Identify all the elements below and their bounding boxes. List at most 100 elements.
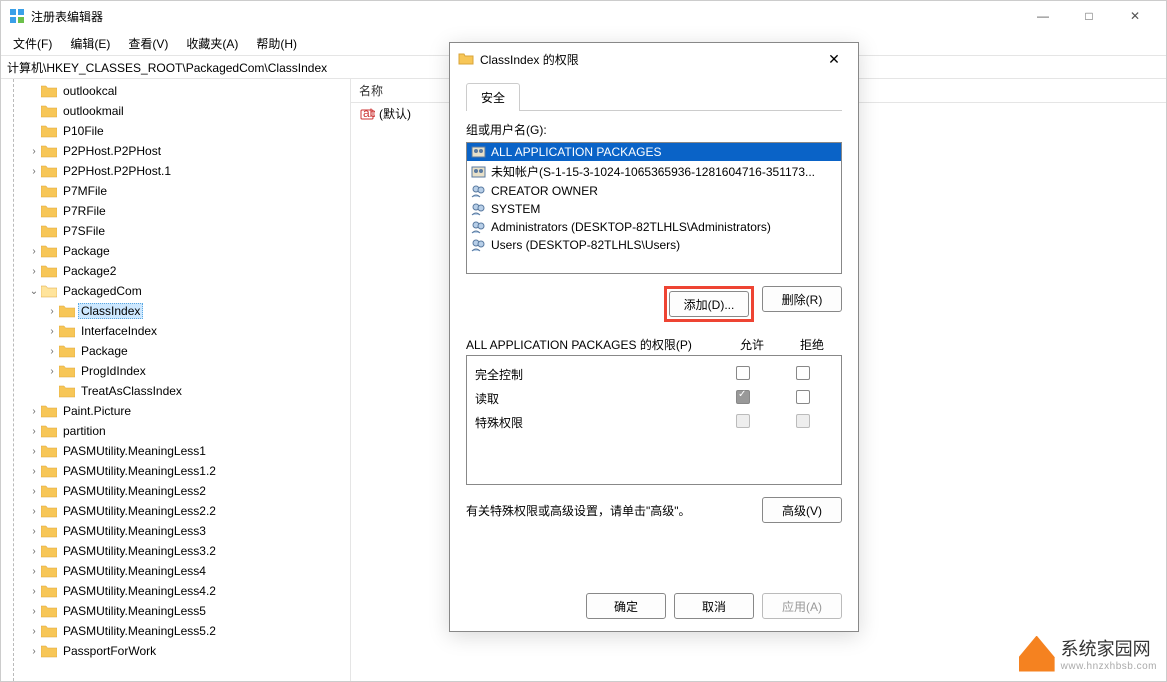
chevron-icon[interactable]: ⌄ — [27, 286, 41, 297]
checkbox[interactable] — [736, 390, 750, 404]
menu-favorites[interactable]: 收藏夹(A) — [178, 33, 246, 54]
tree-item[interactable]: ›Package — [1, 341, 350, 361]
tree-item-label: partition — [60, 423, 109, 439]
tree-item[interactable]: P10File — [1, 121, 350, 141]
permission-row: 完全控制 — [475, 362, 833, 386]
user-list-item[interactable]: CREATOR OWNER — [467, 182, 841, 200]
chevron-icon[interactable]: › — [27, 526, 41, 537]
tabs: 安全 — [466, 83, 842, 111]
menu-file[interactable]: 文件(F) — [5, 33, 60, 54]
chevron-icon[interactable]: › — [27, 166, 41, 177]
folder-icon — [458, 51, 474, 67]
chevron-icon[interactable]: › — [27, 266, 41, 277]
dialog-close-button[interactable]: ✕ — [818, 43, 850, 75]
tree-item-label: PASMUtility.MeaningLess1 — [60, 443, 209, 459]
tree-item[interactable]: ›PASMUtility.MeaningLess5.2 — [1, 621, 350, 641]
chevron-icon[interactable]: › — [27, 626, 41, 637]
tree-item[interactable]: P7RFile — [1, 201, 350, 221]
user-list-item[interactable]: Users (DESKTOP-82TLHLS\Users) — [467, 236, 841, 254]
menu-edit[interactable]: 编辑(E) — [62, 33, 118, 54]
tab-security[interactable]: 安全 — [466, 83, 520, 111]
watermark: 系统家园网 www.hnzxhbsb.com — [1019, 635, 1157, 672]
tree-item[interactable]: › PASMUtility.MeaningLess2 — [1, 481, 350, 501]
tree-panel[interactable]: outlookcaloutlookmailP10File›P2PHost.P2P… — [1, 79, 351, 681]
add-button[interactable]: 添加(D)... — [669, 291, 749, 317]
chevron-icon[interactable]: › — [27, 406, 41, 417]
tree-item[interactable]: › PASMUtility.MeaningLess3 — [1, 521, 350, 541]
permission-name: 读取 — [475, 390, 713, 407]
user-label: Administrators (DESKTOP-82TLHLS\Administ… — [491, 220, 771, 234]
chevron-icon[interactable]: › — [27, 606, 41, 617]
tree-item[interactable]: › PASMUtility.MeaningLess4 — [1, 561, 350, 581]
minimize-button[interactable]: — — [1020, 1, 1066, 31]
tree-item[interactable]: › partition — [1, 421, 350, 441]
menu-help[interactable]: 帮助(H) — [248, 33, 305, 54]
chevron-icon[interactable]: › — [45, 346, 59, 357]
chevron-icon[interactable]: › — [45, 366, 59, 377]
tree-item[interactable]: ›P2PHost.P2PHost.1 — [1, 161, 350, 181]
tree-item[interactable]: ›InterfaceIndex — [1, 321, 350, 341]
chevron-icon[interactable]: › — [27, 486, 41, 497]
user-list-item[interactable]: 未知帐户(S-1-15-3-1024-1065365936-1281604716… — [467, 161, 841, 182]
tree-item-label: Package — [60, 243, 113, 259]
tree-item[interactable]: outlookcal — [1, 81, 350, 101]
checkbox[interactable] — [796, 366, 810, 380]
tree-item-label: PASMUtility.MeaningLess2 — [60, 483, 209, 499]
tree-item-label: PASMUtility.MeaningLess4 — [60, 563, 209, 579]
ok-button[interactable]: 确定 — [586, 593, 666, 619]
tree-item-label: ClassIndex — [78, 303, 143, 319]
tree-item[interactable]: ›PASMUtility.MeaningLess5 — [1, 601, 350, 621]
user-list-item[interactable]: ALL APPLICATION PACKAGES — [467, 143, 841, 161]
advanced-button[interactable]: 高级(V) — [762, 497, 842, 523]
checkbox — [736, 414, 750, 428]
chevron-icon[interactable]: › — [27, 246, 41, 257]
cancel-button[interactable]: 取消 — [674, 593, 754, 619]
tree-item[interactable]: P7SFile — [1, 221, 350, 241]
chevron-icon[interactable]: › — [27, 646, 41, 657]
tree-item[interactable]: P7MFile — [1, 181, 350, 201]
apply-button[interactable]: 应用(A) — [762, 593, 842, 619]
tree-item-label: outlookcal — [60, 83, 120, 99]
tree-item[interactable]: ›Package2 — [1, 261, 350, 281]
chevron-icon[interactable]: › — [27, 426, 41, 437]
chevron-icon[interactable]: › — [27, 446, 41, 457]
tree-item[interactable]: ›PASMUtility.MeaningLess2.2 — [1, 501, 350, 521]
chevron-icon[interactable]: › — [45, 306, 59, 317]
tree-item[interactable]: ›PASMUtility.MeaningLess4.2 — [1, 581, 350, 601]
tree-item[interactable]: › PASMUtility.MeaningLess1 — [1, 441, 350, 461]
svg-text:ab: ab — [363, 106, 375, 120]
chevron-icon[interactable]: › — [27, 586, 41, 597]
tree-item[interactable]: ›P2PHost.P2PHost — [1, 141, 350, 161]
dialog-title-bar: ClassIndex 的权限 ✕ — [450, 43, 858, 75]
maximize-button[interactable]: □ — [1066, 1, 1112, 31]
checkbox[interactable] — [736, 366, 750, 380]
tree-item-label: P7RFile — [60, 203, 109, 219]
tree-item[interactable]: ›Paint.Picture — [1, 401, 350, 421]
tree-item[interactable]: TreatAsClassIndex — [1, 381, 350, 401]
remove-button[interactable]: 删除(R) — [762, 286, 842, 312]
chevron-icon[interactable]: › — [27, 546, 41, 557]
chevron-icon[interactable]: › — [45, 326, 59, 337]
tree-item[interactable]: ›ProgIdIndex — [1, 361, 350, 381]
tree-item[interactable]: › ClassIndex — [1, 301, 350, 321]
tree-item[interactable]: › PassportForWork — [1, 641, 350, 661]
chevron-icon[interactable]: › — [27, 506, 41, 517]
users-listbox[interactable]: ALL APPLICATION PACKAGES未知帐户(S-1-15-3-10… — [466, 142, 842, 274]
tree-item[interactable]: outlookmail — [1, 101, 350, 121]
checkbox[interactable] — [796, 390, 810, 404]
tree-item-label: PassportForWork — [60, 643, 159, 659]
address-text: 计算机\HKEY_CLASSES_ROOT\PackagedCom\ClassI… — [7, 59, 327, 76]
user-list-item[interactable]: Administrators (DESKTOP-82TLHLS\Administ… — [467, 218, 841, 236]
chevron-icon[interactable]: › — [27, 146, 41, 157]
tree-item[interactable]: ›PASMUtility.MeaningLess1.2 — [1, 461, 350, 481]
advanced-hint: 有关特殊权限或高级设置，请单击"高级"。 — [466, 502, 762, 519]
chevron-icon[interactable]: › — [27, 566, 41, 577]
tree-item[interactable]: ⌄PackagedCom — [1, 281, 350, 301]
tree-item-label: PASMUtility.MeaningLess3 — [60, 523, 209, 539]
chevron-icon[interactable]: › — [27, 466, 41, 477]
menu-view[interactable]: 查看(V) — [120, 33, 176, 54]
user-list-item[interactable]: SYSTEM — [467, 200, 841, 218]
close-button[interactable]: ✕ — [1112, 1, 1158, 31]
tree-item[interactable]: ›PASMUtility.MeaningLess3.2 — [1, 541, 350, 561]
tree-item[interactable]: › Package — [1, 241, 350, 261]
